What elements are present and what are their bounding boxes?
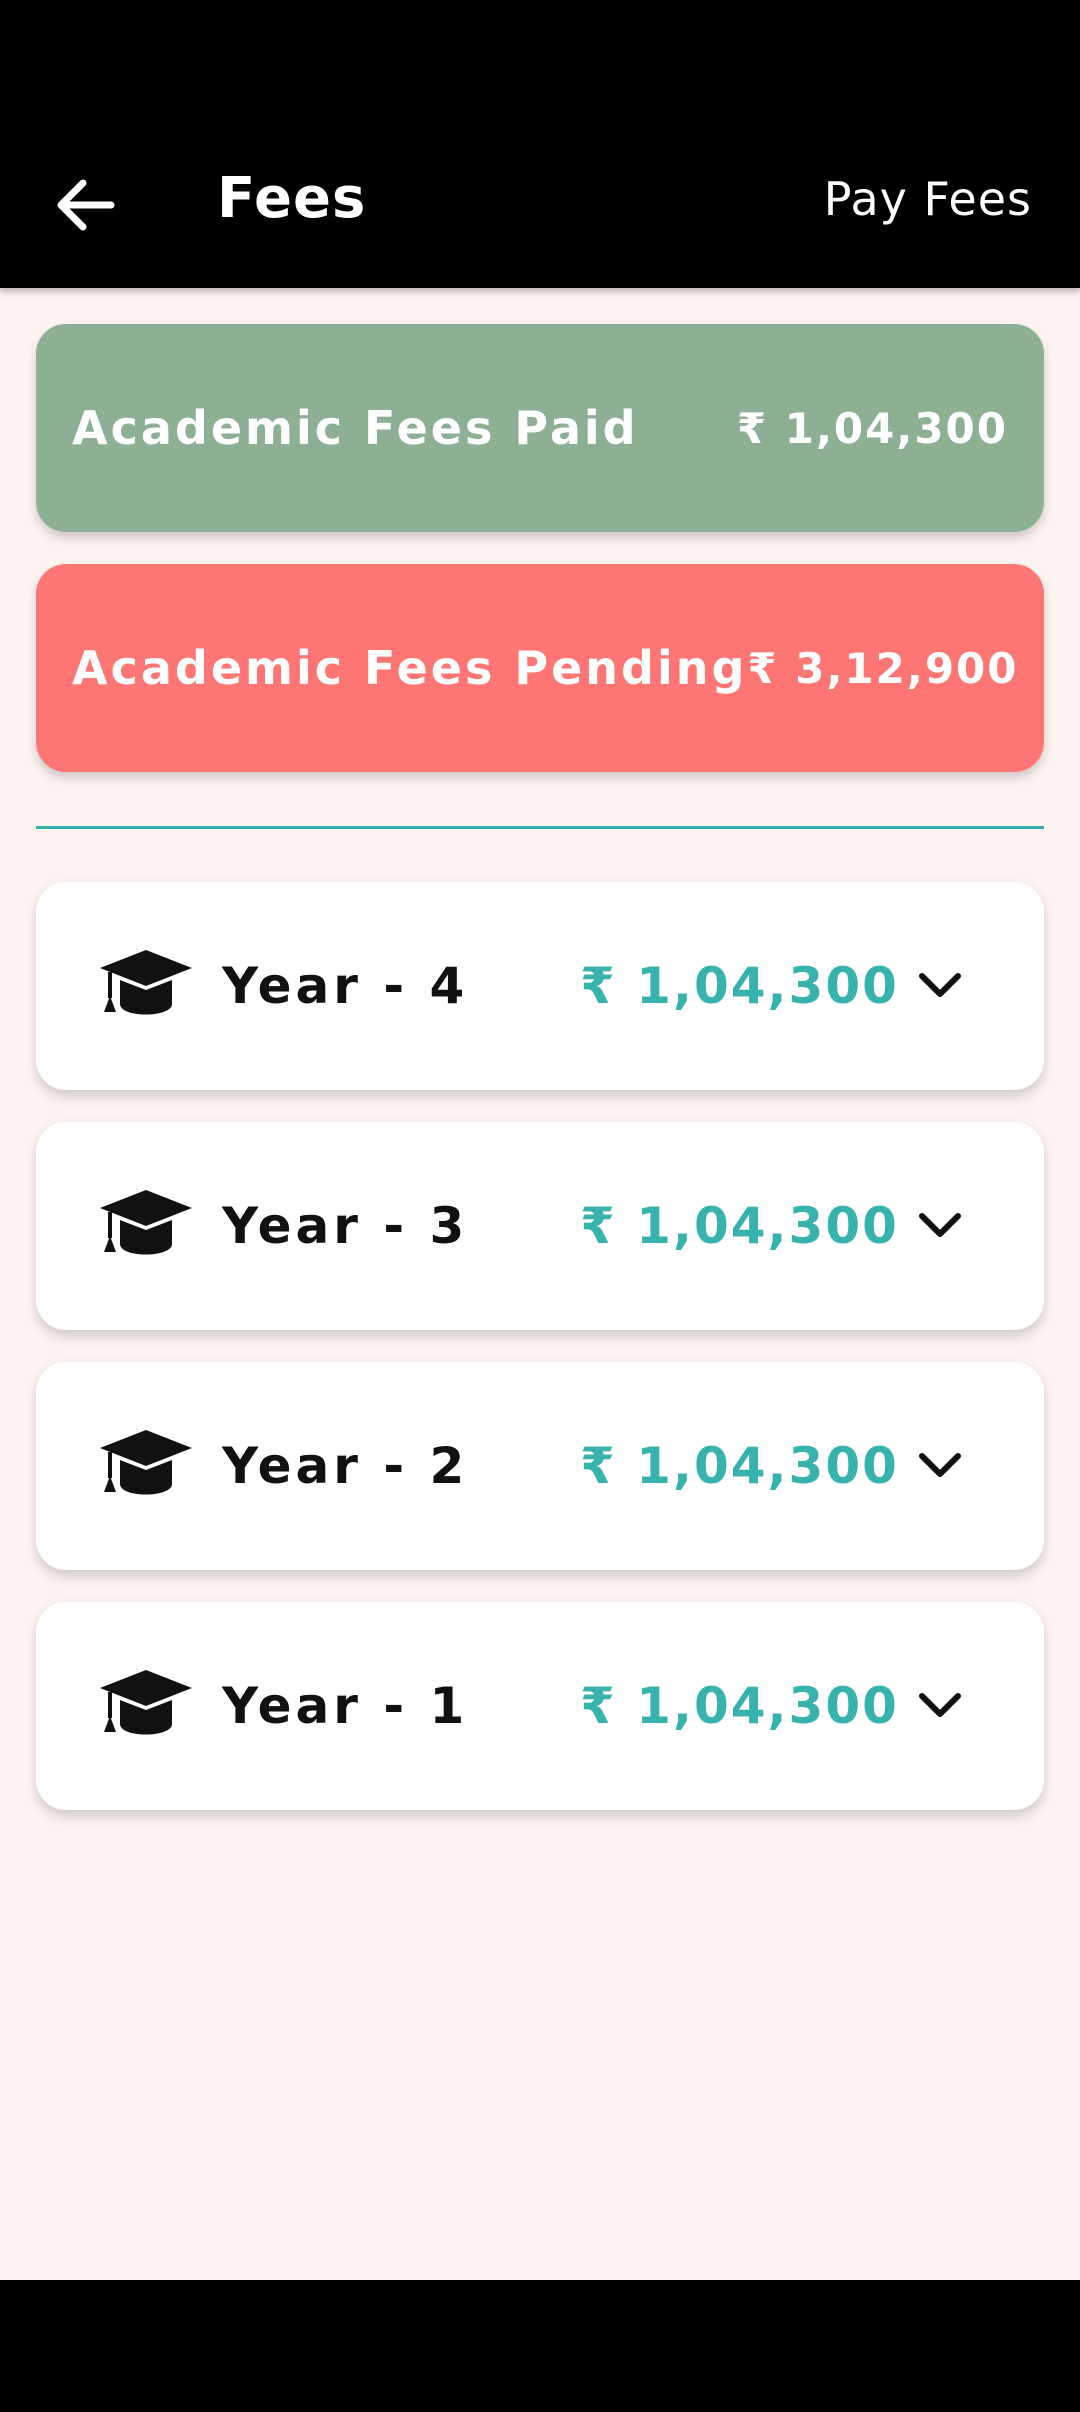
chevron-down-icon[interactable] [912, 1198, 968, 1254]
graduation-cap-icon [100, 950, 192, 1015]
year-label: Year - 2 [222, 1437, 469, 1495]
chevron-down-icon[interactable] [912, 1678, 968, 1734]
arrow-left-icon [57, 179, 115, 231]
graduation-cap-icon [100, 1190, 192, 1255]
year-label: Year - 1 [222, 1677, 469, 1735]
divider [36, 826, 1044, 829]
fees-pending-amount: ₹ 3,12,900 [747, 643, 1019, 693]
year-amount: ₹ 1,04,300 [580, 1677, 899, 1735]
year-amount: ₹ 1,04,300 [580, 1437, 899, 1495]
fees-paid-amount: ₹ 1,04,300 [736, 403, 1008, 453]
pay-fees-button[interactable]: Pay Fees [824, 110, 1032, 288]
fees-paid-label: Academic Fees Paid [72, 401, 639, 455]
fees-pending-card: Academic Fees Pending ₹ 3,12,900 [36, 564, 1044, 772]
page-title: Fees [217, 166, 367, 231]
fees-paid-card: Academic Fees Paid ₹ 1,04,300 [36, 324, 1044, 532]
year-card-3[interactable]: Year - 3 ₹ 1,04,300 [36, 1122, 1044, 1330]
fees-pending-label: Academic Fees Pending [72, 641, 748, 695]
back-button[interactable] [40, 160, 130, 250]
chevron-down-icon[interactable] [912, 958, 968, 1014]
year-card-1[interactable]: Year - 1 ₹ 1,04,300 [36, 1602, 1044, 1810]
chevron-down-icon[interactable] [912, 1438, 968, 1494]
year-amount: ₹ 1,04,300 [580, 957, 899, 1015]
status-bar [0, 0, 1080, 110]
year-card-2[interactable]: Year - 2 ₹ 1,04,300 [36, 1362, 1044, 1570]
year-label: Year - 3 [222, 1197, 469, 1255]
graduation-cap-icon [100, 1430, 192, 1495]
year-label: Year - 4 [222, 957, 469, 1015]
app-bar: Fees Pay Fees [0, 110, 1080, 288]
navigation-bar [0, 2280, 1080, 2412]
graduation-cap-icon [100, 1670, 192, 1735]
year-card-4[interactable]: Year - 4 ₹ 1,04,300 [36, 882, 1044, 1090]
year-amount: ₹ 1,04,300 [580, 1197, 899, 1255]
